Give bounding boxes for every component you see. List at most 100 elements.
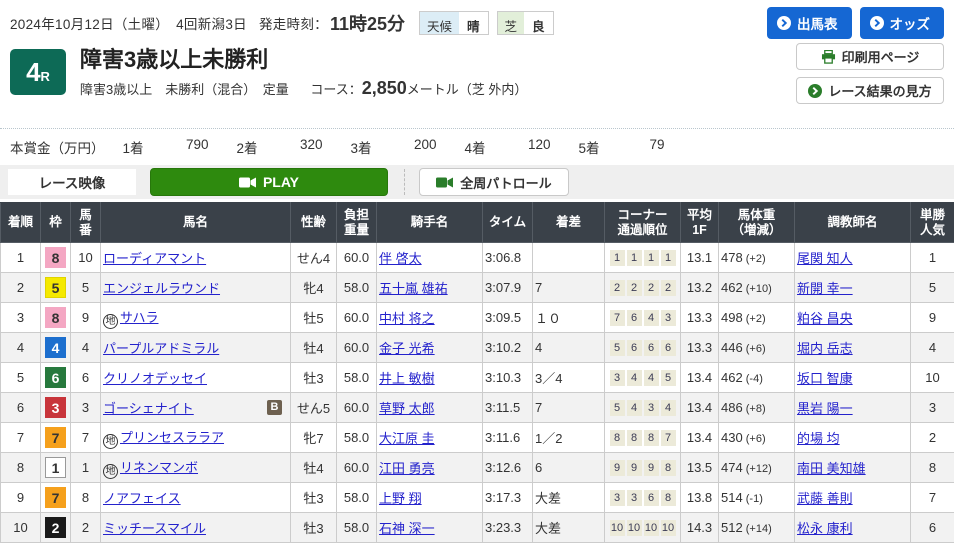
arrow-circle-icon — [870, 16, 884, 30]
corner-position-box: 5 — [610, 400, 625, 416]
arrow-circle-icon — [808, 84, 822, 98]
jockey-link[interactable]: 大江原 圭 — [379, 431, 435, 446]
start-time-value: 11時25分 — [330, 10, 405, 36]
corner-position-box: 8 — [627, 430, 642, 446]
frame-badge: 5 — [45, 277, 66, 298]
avg-1f-cell: 13.3 — [681, 333, 719, 363]
trainer-link[interactable]: 新開 幸一 — [797, 281, 853, 296]
trainer-link[interactable]: 黒岩 陽一 — [797, 401, 853, 416]
horse-link[interactable]: ミッチースマイル — [103, 521, 206, 536]
horse-number-cell: 7 — [71, 423, 101, 453]
carried-weight-cell: 60.0 — [337, 333, 377, 363]
horse-link[interactable]: ゴーシェナイト — [103, 401, 194, 416]
frame-number-cell: 4 — [41, 333, 71, 363]
win-favorite-cell: 2 — [911, 423, 954, 453]
corner-position-box: 6 — [627, 340, 642, 356]
corner-position-box: 4 — [627, 400, 642, 416]
jockey-link[interactable]: 井上 敏樹 — [379, 371, 435, 386]
win-favorite-cell: 7 — [911, 483, 954, 513]
trainer-link[interactable]: 松永 康利 — [797, 521, 853, 536]
frame-number-cell: 8 — [41, 243, 71, 273]
horse-link[interactable]: エンジェルラウンド — [103, 281, 220, 296]
avg-1f-cell: 13.8 — [681, 483, 719, 513]
horse-name-cell: 地プリンセスララア — [101, 423, 291, 453]
jockey-cell: 中村 将之 — [377, 303, 483, 333]
horse-weight-cell: 430 (+6) — [719, 423, 795, 453]
corner-position-box: 1 — [644, 250, 659, 266]
horse-weight-diff: (+6) — [743, 433, 766, 445]
horse-link[interactable]: パープルアドミラル — [103, 341, 219, 356]
horse-name-cell: ノアフェイス — [101, 483, 291, 513]
print-page-button[interactable]: 印刷用ページ — [796, 43, 944, 70]
jockey-link[interactable]: 草野 太郎 — [379, 401, 435, 416]
time-cell: 3:10.2 — [483, 333, 533, 363]
race-video-strip: レース映像 PLAY 全周パトロール — [0, 165, 954, 199]
corner-order-cell: 3368 — [605, 483, 681, 513]
results-guide-button[interactable]: レース結果の見方 — [796, 77, 944, 104]
horse-link[interactable]: サハラ — [120, 310, 158, 325]
horse-weight-diff: (+6) — [743, 343, 766, 355]
column-header: 着順 — [1, 203, 41, 243]
jockey-link[interactable]: 上野 翔 — [379, 491, 422, 506]
jockey-link[interactable]: 伴 啓太 — [379, 251, 422, 266]
horse-weight-value: 462 — [721, 280, 743, 295]
horse-number-cell: 3 — [71, 393, 101, 423]
trainer-link[interactable]: 的場 均 — [797, 431, 840, 446]
trainer-link[interactable]: 尾関 知人 — [797, 251, 853, 266]
horse-link[interactable]: リネンマンボ — [120, 460, 198, 475]
sex-age-cell: せん4 — [291, 243, 337, 273]
jockey-link[interactable]: 中村 将之 — [379, 311, 435, 326]
horse-link[interactable]: クリノオデッセイ — [103, 371, 207, 386]
trainer-link[interactable]: 堀内 岳志 — [797, 341, 853, 356]
local-horse-mark: 地 — [103, 464, 118, 479]
avg-1f-cell: 13.1 — [681, 243, 719, 273]
horse-link[interactable]: プリンセスララア — [120, 430, 224, 445]
entries-button[interactable]: 出馬表 — [767, 7, 852, 39]
horse-weight-diff: (+2) — [743, 253, 766, 265]
top-bar: 2024年10月12日（土曜） 4回新潟3日 発走時刻： 11時25分 天候 晴… — [0, 0, 954, 41]
carried-weight-cell: 58.0 — [337, 513, 377, 543]
horse-weight-cell: 498 (+2) — [719, 303, 795, 333]
trainer-cell: 南田 美知雄 — [795, 453, 911, 483]
horse-name-cell: クリノオデッセイ — [101, 363, 291, 393]
corner-position-box: 4 — [661, 400, 676, 416]
trainer-cell: 武藤 善則 — [795, 483, 911, 513]
corner-position-box: 3 — [627, 490, 642, 506]
jockey-cell: 金子 光希 — [377, 333, 483, 363]
play-button-label: PLAY — [263, 174, 299, 190]
prize-item: 1着790 — [123, 137, 237, 157]
results-guide-label: レース結果の見方 — [828, 81, 931, 100]
horse-weight-value: 446 — [721, 340, 743, 355]
jockey-link[interactable]: 江田 勇亮 — [379, 461, 435, 476]
corner-position-box: 2 — [627, 280, 642, 296]
corner-order-cell: 5666 — [605, 333, 681, 363]
prize-item: 5着79 — [579, 137, 693, 157]
finish-position-cell: 10 — [1, 513, 41, 543]
odds-button[interactable]: オッズ — [860, 7, 945, 39]
horse-weight-diff: (-4) — [743, 373, 763, 385]
trainer-link[interactable]: 粕谷 昌央 — [797, 311, 853, 326]
frame-badge: 7 — [45, 487, 66, 508]
frame-number-cell: 6 — [41, 363, 71, 393]
trainer-link[interactable]: 南田 美知雄 — [797, 461, 866, 476]
jockey-link[interactable]: 石神 深一 — [379, 521, 435, 536]
finish-position-cell: 3 — [1, 303, 41, 333]
trainer-link[interactable]: 坂口 智康 — [797, 371, 853, 386]
corner-position-box: 2 — [644, 280, 659, 296]
top-actions: 出馬表 オッズ — [767, 7, 944, 39]
horse-link[interactable]: ローディアマント — [103, 251, 206, 266]
jockey-link[interactable]: 五十嵐 雄祐 — [379, 281, 448, 296]
horse-weight-value: 430 — [721, 430, 743, 445]
patrol-video-button[interactable]: 全周パトロール — [419, 168, 569, 196]
jockey-cell: 伴 啓太 — [377, 243, 483, 273]
local-horse-mark: 地 — [103, 434, 118, 449]
video-camera-icon — [436, 177, 453, 188]
frame-number-cell: 5 — [41, 273, 71, 303]
result-row: 978ノアフェイス牡358.0上野 翔3:17.3大差336813.8514 (… — [1, 483, 954, 513]
horse-link[interactable]: ノアフェイス — [103, 491, 181, 506]
jockey-link[interactable]: 金子 光希 — [379, 341, 435, 356]
play-button[interactable]: PLAY — [150, 168, 388, 196]
sex-age-cell: 牡4 — [291, 453, 337, 483]
trainer-link[interactable]: 武藤 善則 — [797, 491, 853, 506]
trainer-cell: 尾関 知人 — [795, 243, 911, 273]
